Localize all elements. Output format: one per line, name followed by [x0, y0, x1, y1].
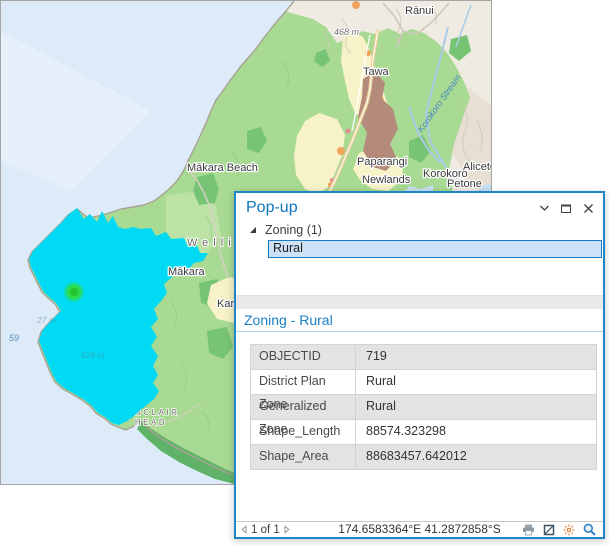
field-value-cell: Rural: [356, 395, 596, 419]
petone-label: Petone: [447, 178, 482, 190]
next-feature-button[interactable]: [284, 525, 290, 534]
field-name-cell: Shape_Area: [251, 445, 356, 469]
tawa-label: Tawa: [363, 66, 390, 78]
tree-group-label: Zoning (1): [265, 223, 322, 237]
popup-statusbar: 1 of 1 174.6583364°E 41.2872858°S: [236, 521, 603, 537]
paparangi-label: Paparangi: [357, 156, 407, 168]
previous-feature-button[interactable]: [241, 525, 247, 534]
flash-feature-icon[interactable]: [563, 524, 575, 536]
section-divider-band: [236, 295, 603, 309]
coordinates-readout: 174.6583364°E 41.2872858°S: [338, 522, 500, 536]
alicetown-label: Alicetown: [463, 161, 491, 173]
popup-tools: [522, 522, 596, 537]
section-title-rule: [236, 331, 603, 332]
ranui-label: Rānui: [405, 5, 434, 17]
field-value-cell: 719: [356, 345, 596, 369]
popup-window-buttons: [538, 202, 594, 214]
table-row: Shape_Length 88574.323298: [251, 420, 596, 445]
field-value-cell: 88683457.642012: [356, 445, 596, 469]
table-row: District Plan Zone Rural: [251, 370, 596, 395]
dock-popup-icon[interactable]: [543, 524, 555, 536]
field-value-cell: 88574.323298: [356, 420, 596, 444]
elevation-468-label: 468 m: [334, 27, 360, 37]
newlands-label: Newlands: [362, 174, 411, 186]
popup-panel: Pop-up Zoning (1) Rural Zoning - Rural O…: [234, 191, 605, 539]
feature-pager: 1 of 1: [241, 522, 290, 537]
pager-text: 1 of 1: [251, 524, 280, 536]
field-value-cell: Rural: [356, 370, 596, 394]
sinclair-head-label-line2: HEAD: [135, 418, 167, 427]
tree-expander-icon[interactable]: [248, 225, 258, 235]
table-row: Generalized Zone Rural: [251, 395, 596, 420]
table-row: Shape_Area 88683457.642012: [251, 445, 596, 470]
flash-highlight-core: [70, 288, 78, 296]
field-name-cell: District Plan Zone: [251, 370, 356, 394]
makara-label: Mākara: [168, 266, 206, 278]
zoom-to-feature-icon[interactable]: [583, 523, 596, 536]
elevation-27-label: 27 m: [36, 315, 56, 325]
popup-title: Pop-up: [246, 199, 298, 217]
field-name-cell: Generalized Zone: [251, 395, 356, 419]
collapse-chevron-button[interactable]: [538, 202, 550, 214]
depth-59-label: 59: [9, 333, 19, 343]
attribute-table: OBJECTID 719 District Plan Zone Rural Ge…: [250, 344, 597, 470]
close-icon[interactable]: [582, 202, 594, 214]
maximize-button[interactable]: [560, 202, 572, 214]
elevation-528-label: 528 m: [81, 350, 105, 360]
field-name-cell: Shape_Length: [251, 420, 356, 444]
print-icon[interactable]: [522, 524, 535, 536]
feature-section-title: Zoning - Rural: [244, 312, 333, 328]
tree-group-zoning[interactable]: Zoning (1): [248, 223, 322, 237]
tree-item-rural-selected[interactable]: Rural: [268, 240, 602, 258]
field-name-cell: OBJECTID: [251, 345, 356, 369]
table-row: OBJECTID 719: [251, 345, 596, 370]
makara-beach-label: Mākara Beach: [187, 162, 258, 174]
